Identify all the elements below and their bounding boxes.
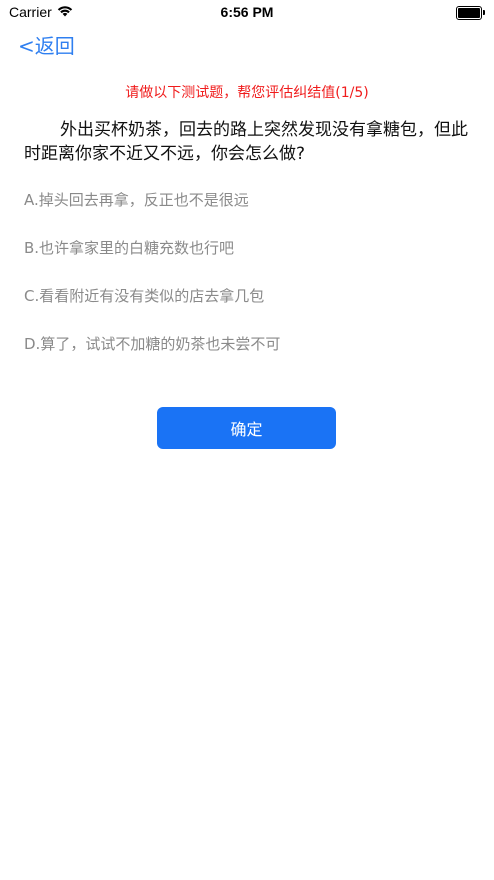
quiz-progress-subtitle: 请做以下测试题，帮您评估纠结值(1/5) (125, 85, 369, 101)
back-button[interactable]: <返回 (18, 30, 75, 59)
question-text: 外出买杯奶茶，回去的路上突然发现没有拿糖包，但此时距离你家不近又不远，你会怎么做… (24, 120, 468, 164)
option-b[interactable]: B.也许拿家里的白糖充数也行吧 (24, 237, 234, 258)
confirm-button[interactable]: 确定 (157, 407, 336, 449)
clock: 6:56 PM (220, 4, 274, 20)
status-bar: Carrier 6:56 PM (0, 0, 494, 26)
battery-icon (456, 6, 485, 20)
option-c[interactable]: C.看看附近有没有类似的店去拿几包 (24, 285, 264, 306)
option-d[interactable]: D.算了，试试不加糖的奶茶也未尝不可 (24, 333, 280, 354)
option-a[interactable]: A.掉头回去再拿，反正也不是很远 (24, 189, 249, 210)
